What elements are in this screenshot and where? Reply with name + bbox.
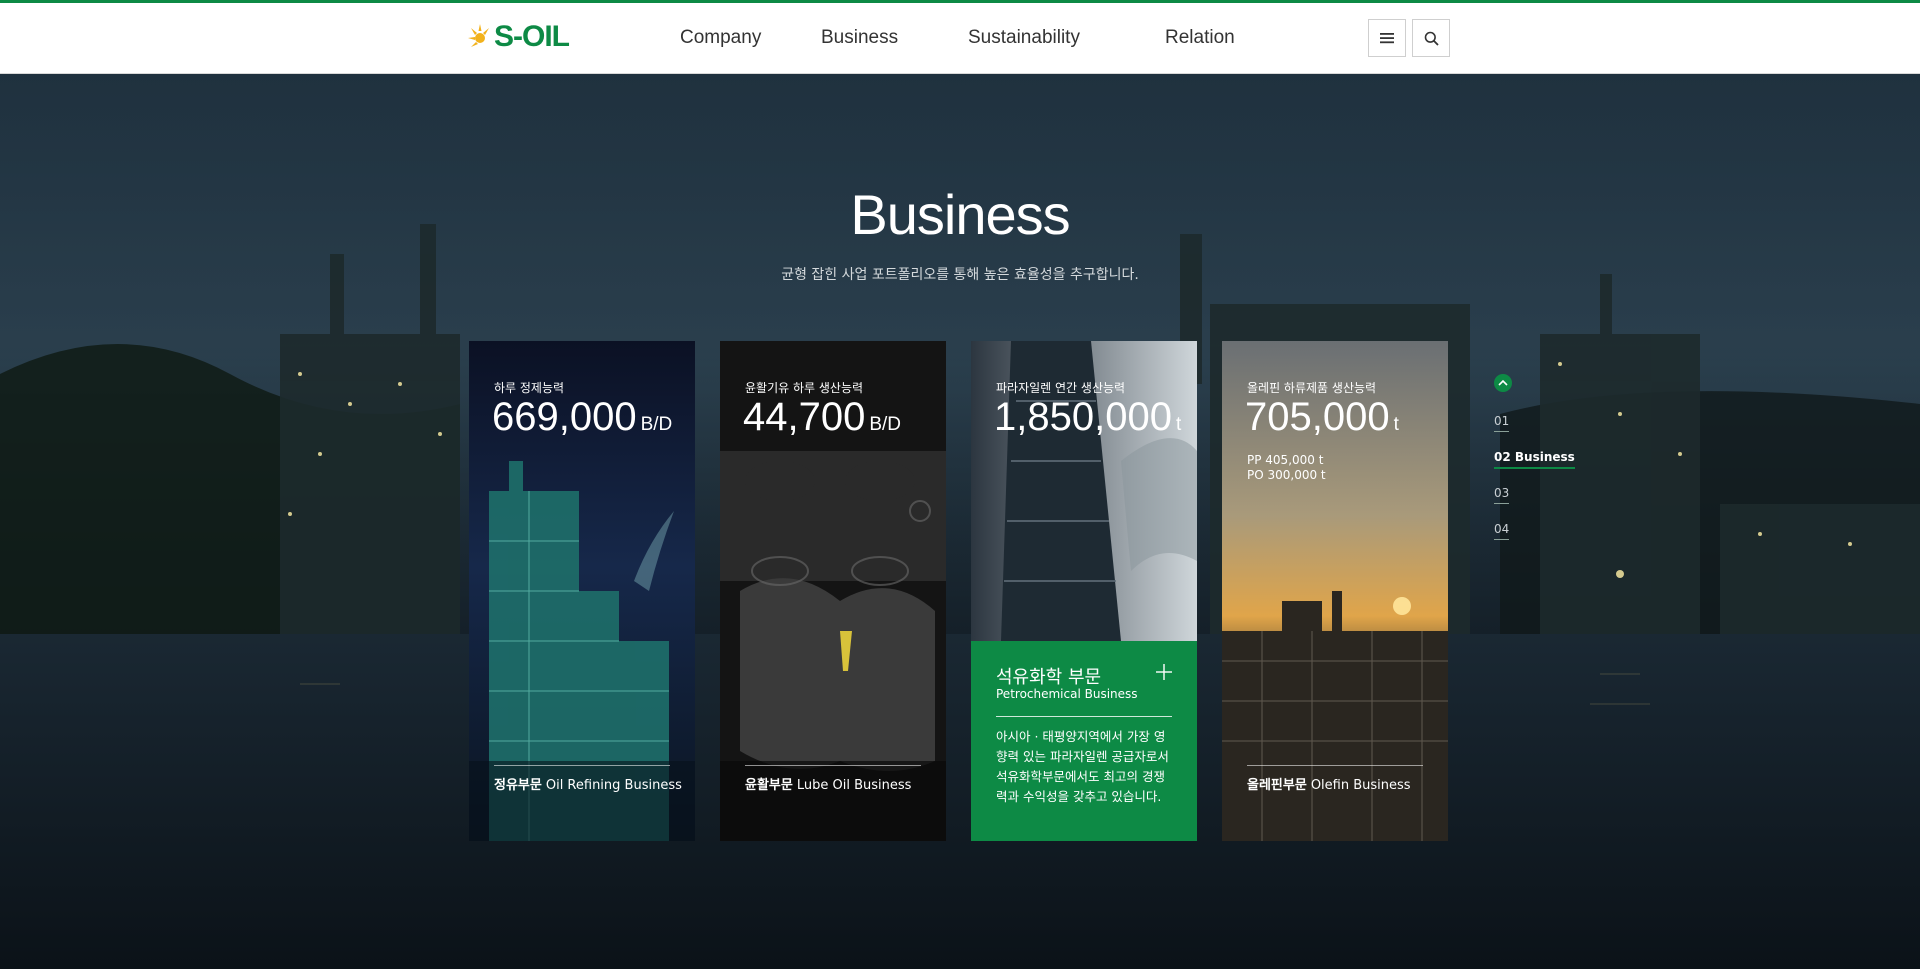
card-footer: 윤활부문 Lube Oil Business (745, 765, 921, 793)
breakdown-po: PO 300,000 t (1247, 468, 1326, 482)
metric-number: 1,850,000 (994, 395, 1172, 439)
card-metric-label: 하루 정제능력 (494, 381, 565, 395)
card-metric-label: 올레핀 하류제품 생산능력 (1247, 381, 1377, 395)
card-name-ko: 정유부문 (494, 778, 542, 793)
metric-unit: t (1393, 414, 1399, 435)
business-hero: Business 균형 잡힌 사업 포트폴리오를 통해 높은 효율성을 추구합니… (0, 74, 1920, 969)
card-name-ko: 윤활부문 (745, 778, 793, 793)
nav-company[interactable]: Company (680, 27, 761, 49)
pager-item-04[interactable]: 04 (1494, 522, 1510, 540)
section-subtitle: 균형 잡힌 사업 포트폴리오를 통해 높은 효율성을 추구합니다. (781, 267, 1139, 283)
metric-unit: B/D (869, 414, 902, 435)
card-footer: 정유부문 Oil Refining Business (494, 765, 682, 793)
pager-item-01[interactable]: 01 (1494, 414, 1510, 432)
card-metric-value: 1,850,000 t (994, 395, 1181, 440)
panel-subtitle: Petrochemical Business (996, 687, 1138, 701)
panel-divider (996, 716, 1172, 717)
card-metric-value: 705,000 t (1245, 395, 1399, 440)
metric-number: 669,000 (492, 395, 637, 439)
pager-up-button[interactable] (1494, 374, 1512, 392)
card-metric-value: 669,000 B/D (492, 395, 672, 440)
card-detail-panel: 석유화학 부문 Petrochemical Business 아시아 · 태평양… (971, 641, 1197, 841)
section-title: Business (850, 183, 1070, 246)
card-metric-value: 44,700 B/D (743, 395, 901, 440)
site-header: S-OIL Company Business Sustainability Re… (0, 3, 1920, 74)
sun-logo-icon (468, 24, 489, 47)
pager-item-02-active[interactable]: 02 Business (1494, 450, 1575, 469)
nav-sustainability[interactable]: Sustainability (968, 27, 1080, 49)
card-metric-label: 파라자일렌 연간 생산능력 (996, 381, 1126, 395)
search-button[interactable] (1412, 19, 1450, 57)
card-metric-label: 윤활기유 하루 생산능력 (745, 381, 864, 395)
panel-title: 석유화학 부문 (996, 667, 1102, 688)
card-petrochemical[interactable]: 파라자일렌 연간 생산능력 1,850,000 t 석유화학 부문 Petroch… (971, 341, 1197, 841)
brand-name: S-OIL (494, 20, 570, 53)
card-name-ko: 올레핀부문 (1247, 778, 1307, 793)
card-oil-refining[interactable]: 하루 정제능력 669,000 B/D 정유부문 Oil Refining Busi… (469, 341, 695, 841)
plus-icon[interactable] (1155, 663, 1173, 681)
nav-relation[interactable]: Relation (1165, 27, 1235, 49)
card-name-en: Oil Refining Business (545, 778, 682, 793)
search-icon (1424, 31, 1439, 46)
breakdown-pp: PP 405,000 t (1247, 453, 1324, 467)
hamburger-menu-icon (1380, 33, 1394, 44)
card-breakdown: PP 405,000 t PO 300,000 t (1247, 453, 1326, 483)
card-name-en: Olefin Business (1310, 778, 1411, 793)
metric-number: 705,000 (1245, 395, 1390, 439)
card-olefin[interactable]: 올레핀 하류제품 생산능력 705,000 t PP 405,000 t PO 3… (1222, 341, 1448, 841)
panel-description: 아시아 · 태평양지역에서 가장 영향력 있는 파라자일렌 공급자로서 석유화학… (996, 729, 1169, 804)
metric-unit: t (1175, 414, 1182, 435)
chevron-up-icon (1498, 379, 1508, 386)
card-name-en: Lube Oil Business (796, 778, 912, 793)
menu-button[interactable] (1368, 19, 1406, 57)
card-footer: 올레핀부문 Olefin Business (1247, 765, 1423, 793)
metric-number: 44,700 (743, 395, 866, 439)
metric-unit: B/D (640, 414, 673, 435)
card-lube-oil[interactable]: 윤활기유 하루 생산능력 44,700 B/D 윤활부문 Lube Oil Busi… (720, 341, 946, 841)
s-oil-logo[interactable]: S-OIL (468, 17, 570, 57)
nav-business[interactable]: Business (821, 27, 898, 49)
pager-item-03[interactable]: 03 (1494, 486, 1510, 504)
